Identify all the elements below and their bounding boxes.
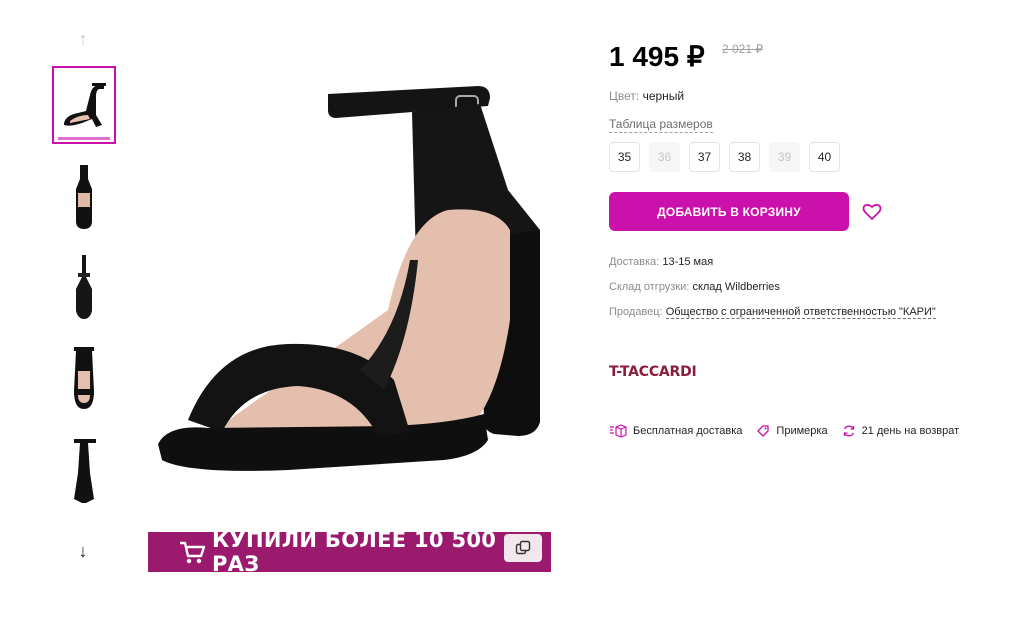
heart-icon[interactable] <box>862 202 882 222</box>
bought-count-banner: КУПИЛИ БОЛЕЕ 10 500 РАЗ <box>148 528 551 576</box>
size-selector: 35 36 37 38 39 40 <box>609 142 840 172</box>
feature-return: 21 день на возврат <box>842 424 960 438</box>
color-value: черный <box>642 89 685 103</box>
size-option-39: 39 <box>769 142 800 172</box>
sandal-thumbnail-icon <box>76 255 92 319</box>
thumbnail-caption-bar <box>58 137 110 140</box>
tag-icon <box>757 425 770 437</box>
thumbnail-2[interactable] <box>52 156 116 236</box>
bought-count-text: КУПИЛИ БОЛЕЕ 10 500 РАЗ <box>211 528 497 576</box>
size-option-37[interactable]: 37 <box>689 142 720 172</box>
add-to-cart-button[interactable]: ДОБАВИТЬ В КОРЗИНУ <box>609 192 849 231</box>
seller-link[interactable]: Общество с ограниченной ответственностью… <box>665 306 936 319</box>
warehouse-label: Склад отгрузки: <box>609 281 690 293</box>
color-info: Цвет: черный <box>609 89 684 103</box>
seller-label: Продавец: <box>609 306 663 318</box>
warehouse-value: склад Wildberries <box>692 281 780 293</box>
warehouse-info: Склад отгрузки: склад Wildberries <box>609 281 780 293</box>
return-icon <box>843 425 854 437</box>
current-price: 1 495 ₽ <box>609 41 705 72</box>
gallery-down-arrow-icon[interactable]: ↓ <box>74 542 92 560</box>
feature-fitting: Примерка <box>756 424 828 438</box>
seller-info: Продавец: Общество с ограниченной ответс… <box>609 306 936 319</box>
box-icon <box>610 424 627 438</box>
sandal-thumbnail-icon <box>76 165 92 229</box>
main-product-image[interactable] <box>148 60 568 500</box>
sandal-image-icon <box>158 86 540 471</box>
feature-free-delivery: Бесплатная доставка <box>609 424 742 438</box>
thumbnail-1[interactable] <box>52 66 116 144</box>
delivery-label: Доставка: <box>609 256 660 268</box>
sandal-thumbnail-icon <box>64 83 106 127</box>
sandal-thumbnail-icon <box>74 439 96 503</box>
old-price: 2 021 ₽ <box>722 42 763 56</box>
sandal-thumbnail-icon <box>74 347 94 409</box>
feature-label: Примерка <box>776 425 828 437</box>
gallery-up-arrow-icon[interactable]: ↑ <box>74 30 92 48</box>
size-option-40[interactable]: 40 <box>809 142 840 172</box>
feature-label: 21 день на возврат <box>861 425 960 437</box>
size-table-link[interactable]: Таблица размеров <box>609 117 713 133</box>
thumbnail-4[interactable] <box>52 338 116 418</box>
copy-button[interactable] <box>504 534 542 562</box>
cart-icon <box>179 541 206 564</box>
copy-icon <box>515 540 531 555</box>
color-label: Цвет: <box>609 89 640 103</box>
size-option-38[interactable]: 38 <box>729 142 760 172</box>
size-option-36: 36 <box>649 142 680 172</box>
thumbnail-3[interactable] <box>52 246 116 326</box>
features-row: Бесплатная доставка Примерка 21 день на … <box>609 424 973 438</box>
delivery-info: Доставка: 13-15 мая <box>609 256 713 268</box>
size-option-35[interactable]: 35 <box>609 142 640 172</box>
delivery-value: 13-15 мая <box>662 256 714 268</box>
thumbnail-5[interactable] <box>52 430 116 510</box>
brand-logo[interactable]: T-TACCARDI <box>609 364 697 380</box>
feature-label: Бесплатная доставка <box>633 425 743 437</box>
